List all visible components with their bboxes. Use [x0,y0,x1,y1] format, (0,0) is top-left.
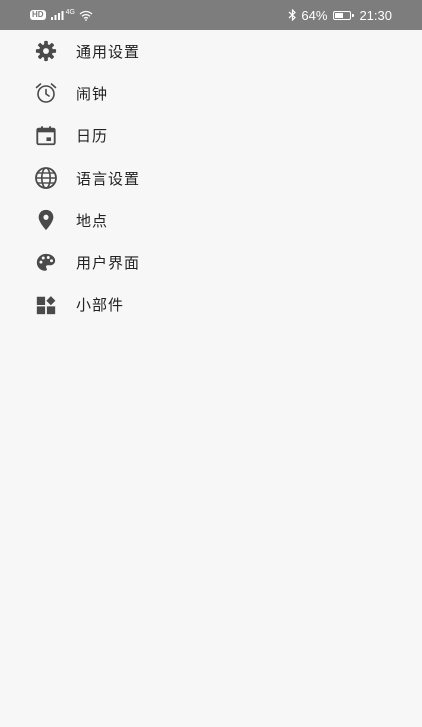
menu-item-calendar[interactable]: 日历 [0,115,422,157]
bluetooth-icon [288,9,297,21]
battery-fill [335,12,344,18]
menu-item-label: 日历 [76,127,109,146]
status-left: HD 4G [30,8,93,21]
wifi-icon [79,10,93,21]
menu-item-user-interface[interactable]: 用户界面 [0,241,422,283]
battery-icon [333,10,355,20]
menu-item-language-settings[interactable]: 语言设置 [0,157,422,199]
menu-item-label: 用户界面 [76,254,141,273]
alarm-clock-icon [34,81,58,105]
gear-icon [34,39,58,63]
location-pin-icon [34,208,58,232]
menu-item-label: 地点 [76,211,109,230]
calendar-icon [34,124,58,148]
globe-icon [34,166,58,190]
menu-item-general-settings[interactable]: 通用设置 [0,30,422,72]
menu-item-location[interactable]: 地点 [0,199,422,241]
signal-icon [50,10,66,21]
menu-item-label: 语言设置 [76,169,141,188]
clock-time: 21:30 [359,7,392,23]
menu-item-label: 闹钟 [76,84,109,103]
status-right: 64% 21:30 [288,8,392,23]
status-bar: HD 4G 64% 21:30 [0,0,422,30]
network-type-label: 4G [65,8,75,16]
battery-percent: 64% [301,7,328,23]
menu-item-alarm[interactable]: 闹钟 [0,72,422,114]
hd-badge: HD [30,10,46,20]
widgets-icon [34,293,58,317]
menu-item-widgets[interactable]: 小部件 [0,284,422,326]
menu-item-label: 小部件 [76,296,125,315]
app-screen: HD 4G 64% 21:30 通用设置 闹钟 日历 语言设置 地点 用户界面 … [0,0,422,727]
palette-icon [34,251,58,275]
menu-item-label: 通用设置 [76,42,141,61]
settings-menu: 通用设置 闹钟 日历 语言设置 地点 用户界面 小部件 [0,30,422,326]
